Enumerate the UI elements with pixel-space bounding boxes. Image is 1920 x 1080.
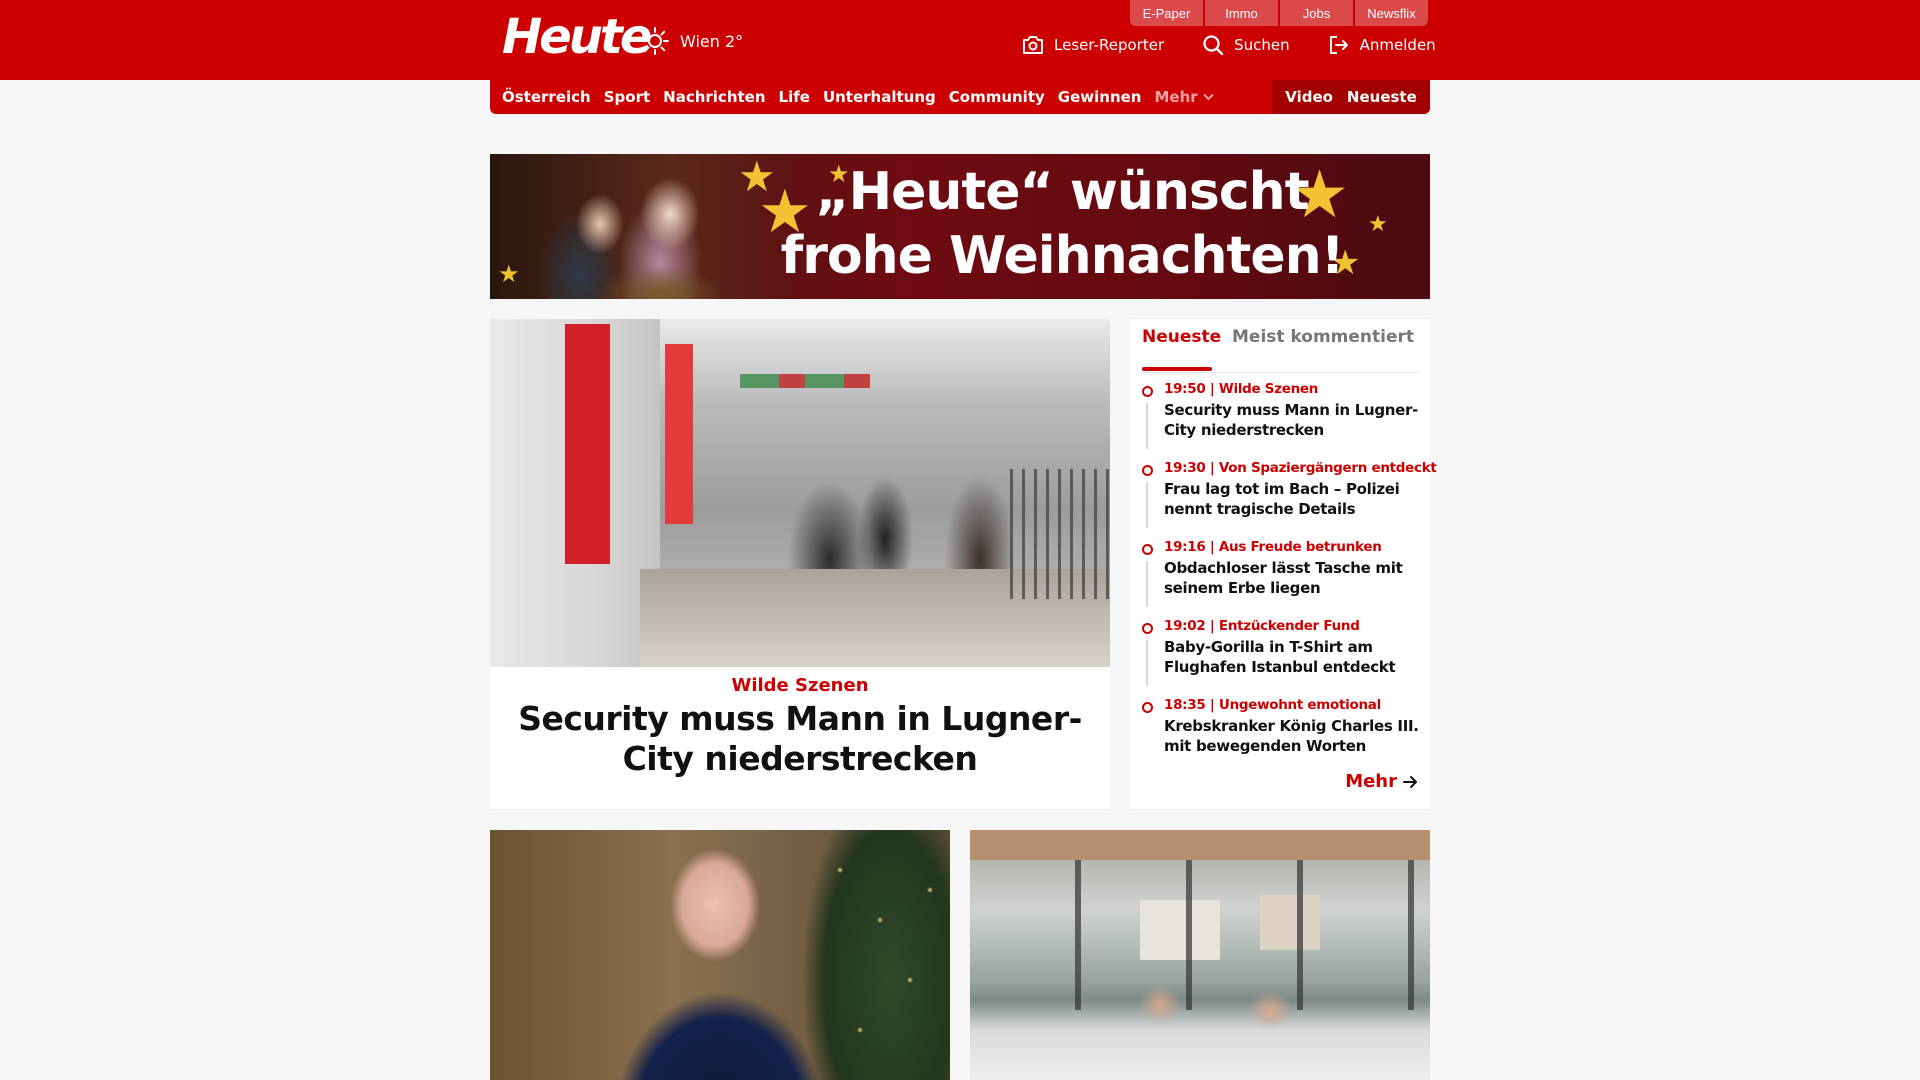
- sidebar-tabs: Neueste Meist kommentiert: [1142, 327, 1418, 373]
- arrow-right-icon: [1403, 775, 1417, 788]
- news-title[interactable]: Krebskranker König Charles III. mit bewe…: [1164, 716, 1422, 756]
- heute-logo[interactable]: Heute: [502, 8, 652, 66]
- hero-kicker: Wilde Szenen: [731, 675, 869, 696]
- nav-item-sport[interactable]: Sport: [604, 88, 650, 106]
- timeline-line: [1146, 640, 1148, 686]
- nav-item-neueste[interactable]: Neueste: [1347, 88, 1417, 106]
- news-meta: 19:30 | Von Spaziergängern entdeckt: [1164, 460, 1437, 476]
- timeline-line: [1146, 561, 1148, 607]
- camera-icon: [1023, 36, 1043, 54]
- star-icon: ★: [498, 260, 520, 288]
- header-actions: Leser-Reporter Suchen Anmelden: [1022, 34, 1436, 56]
- news-meta: 19:50 | Wilde Szenen: [1164, 381, 1319, 397]
- timeline-dot-icon: [1142, 702, 1153, 713]
- list-item[interactable]: 19:50 | Wilde Szenen Security muss Mann …: [1142, 381, 1422, 460]
- news-meta: 19:16 | Aus Freude betrunken: [1164, 539, 1382, 555]
- nav-item-gewinnen[interactable]: Gewinnen: [1058, 88, 1142, 106]
- login-button[interactable]: Anmelden: [1328, 34, 1436, 56]
- hero-article[interactable]: Wilde Szenen Security muss Mann in Lugne…: [490, 319, 1110, 809]
- hero-image: [490, 319, 1110, 667]
- timeline-dot-icon: [1142, 386, 1153, 397]
- weather-text: Wien 2°: [680, 31, 744, 51]
- more-news-link[interactable]: Mehr: [1345, 771, 1418, 792]
- search-icon: [1203, 35, 1224, 56]
- nav-right-group: Video Neueste: [1272, 80, 1430, 114]
- search-label: Suchen: [1234, 36, 1290, 54]
- nav-item-community[interactable]: Community: [949, 88, 1045, 106]
- banner-line-1: „Heute“ wünscht: [815, 162, 1309, 222]
- list-item[interactable]: 19:02 | Entzückender Fund Baby-Gorilla i…: [1142, 618, 1422, 697]
- nav-item-life[interactable]: Life: [779, 88, 810, 106]
- nav-item-oesterreich[interactable]: Österreich: [502, 88, 591, 106]
- timeline-line: [1146, 482, 1148, 528]
- service-tab-immo[interactable]: Immo: [1205, 0, 1278, 26]
- list-item[interactable]: 19:30 | Von Spaziergängern entdeckt Frau…: [1142, 460, 1437, 539]
- article-card-king-charles[interactable]: [490, 830, 950, 1080]
- news-title[interactable]: Baby-Gorilla in T-Shirt am Flughafen Ist…: [1164, 637, 1422, 677]
- nav-items: Österreich Sport Nachrichten Life Unterh…: [502, 80, 1214, 114]
- timeline-dot-icon: [1142, 544, 1153, 555]
- service-tab-jobs[interactable]: Jobs: [1280, 0, 1353, 26]
- nav-more-dropdown[interactable]: Mehr: [1154, 88, 1214, 106]
- active-tab-indicator: [1142, 367, 1212, 371]
- tab-meist-kommentiert[interactable]: Meist kommentiert: [1232, 327, 1414, 347]
- nav-item-video[interactable]: Video: [1285, 88, 1333, 106]
- chevron-down-icon: [1202, 93, 1214, 101]
- hero-title[interactable]: Security muss Mann in Lugner-City nieder…: [510, 699, 1090, 779]
- article-card-thermal-pool[interactable]: [970, 830, 1430, 1080]
- timeline-dot-icon: [1142, 465, 1153, 476]
- tab-neueste[interactable]: Neueste: [1142, 327, 1221, 347]
- pool-image-window: [970, 860, 1430, 1010]
- leser-reporter-button[interactable]: Leser-Reporter: [1022, 35, 1164, 55]
- service-tab-newsflix[interactable]: Newsflix: [1355, 0, 1428, 26]
- king-charles-image: [490, 830, 950, 1080]
- list-item[interactable]: 18:35 | Ungewohnt emotional Krebskranker…: [1142, 697, 1422, 776]
- latest-news-sidebar: Neueste Meist kommentiert 19:50 | Wilde …: [1130, 319, 1437, 809]
- sun-icon: [641, 27, 669, 55]
- news-title[interactable]: Security muss Mann in Lugner-City nieder…: [1164, 400, 1422, 440]
- nav-item-nachrichten[interactable]: Nachrichten: [663, 88, 765, 106]
- news-title[interactable]: Frau lag tot im Bach – Polizei nennt tra…: [1164, 479, 1422, 519]
- service-tabs: E-Paper Immo Jobs Newsflix: [1130, 0, 1428, 26]
- timeline-dot-icon: [1142, 623, 1153, 634]
- news-meta: 18:35 | Ungewohnt emotional: [1164, 697, 1381, 713]
- nav-item-unterhaltung[interactable]: Unterhaltung: [823, 88, 936, 106]
- timeline-line: [1146, 403, 1148, 449]
- weather-widget[interactable]: Wien 2°: [640, 26, 743, 56]
- main-nav: Österreich Sport Nachrichten Life Unterh…: [490, 80, 1430, 114]
- leser-reporter-label: Leser-Reporter: [1054, 36, 1165, 54]
- service-tab-epaper[interactable]: E-Paper: [1130, 0, 1203, 26]
- login-icon: [1329, 36, 1348, 54]
- news-meta: 19:02 | Entzückender Fund: [1164, 618, 1360, 634]
- christmas-banner[interactable]: ★ ★ ★ ★ ★ ★ ★ „Heute“ wünscht frohe Weih…: [490, 154, 1430, 299]
- more-news-label: Mehr: [1345, 771, 1397, 792]
- nav-more-label: Mehr: [1154, 88, 1198, 106]
- login-label: Anmelden: [1359, 36, 1436, 54]
- search-button[interactable]: Suchen: [1202, 34, 1290, 56]
- news-title[interactable]: Obdachloser lässt Tasche mit seinem Erbe…: [1164, 558, 1422, 598]
- top-header: Heute Wien 2° E-Paper Immo Jobs Newsflix…: [0, 0, 1920, 80]
- list-item[interactable]: 19:16 | Aus Freude betrunken Obdachloser…: [1142, 539, 1422, 618]
- banner-line-2: frohe Weihnachten!: [780, 226, 1345, 286]
- banner-headline: „Heute“ wünscht frohe Weihnachten!: [752, 160, 1372, 288]
- news-list: 19:50 | Wilde Szenen Security muss Mann …: [1142, 381, 1437, 776]
